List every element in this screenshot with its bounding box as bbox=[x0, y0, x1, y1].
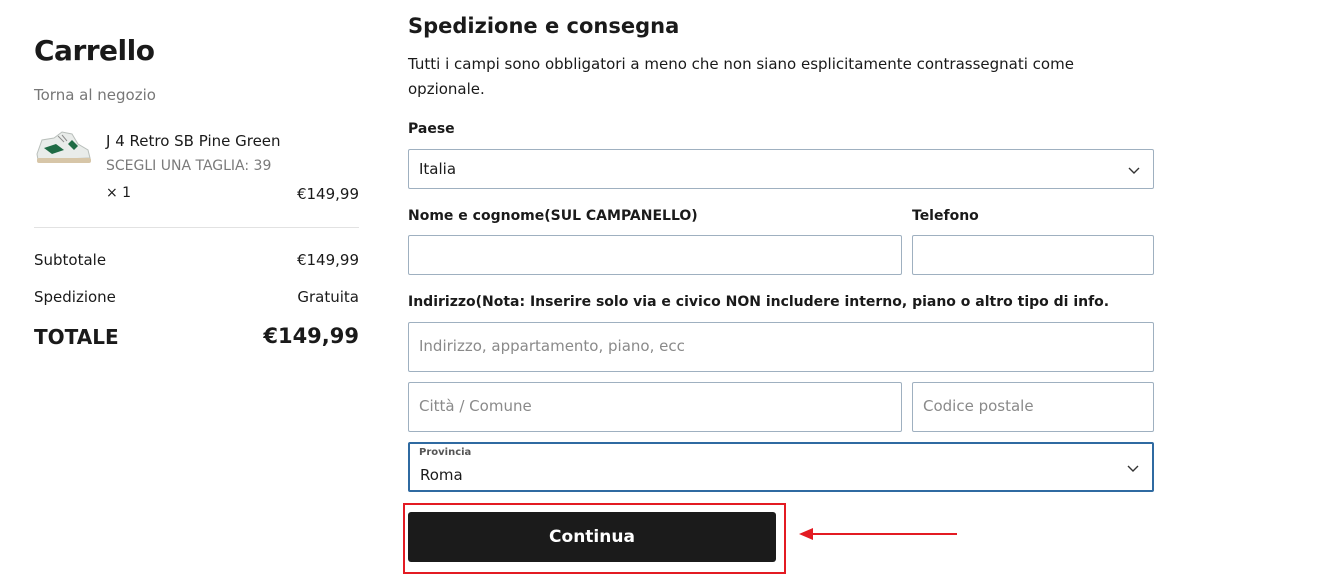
continue-button[interactable]: Continua bbox=[408, 512, 776, 562]
chevron-down-icon bbox=[1127, 465, 1139, 472]
shipping-value: Gratuita bbox=[297, 288, 359, 306]
arrow-left-icon bbox=[799, 528, 957, 540]
city-input[interactable]: Città / Comune bbox=[408, 382, 902, 432]
cart-divider bbox=[34, 227, 359, 228]
total-value: €149,99 bbox=[263, 324, 359, 348]
country-value: Italia bbox=[419, 160, 457, 178]
product-price: €149,99 bbox=[296, 185, 359, 203]
product-name: J 4 Retro SB Pine Green bbox=[106, 132, 281, 150]
cart-title: Carrello bbox=[34, 34, 155, 67]
province-label: Provincia bbox=[419, 447, 472, 458]
chevron-down-icon bbox=[1128, 167, 1140, 174]
address-placeholder: Indirizzo, appartamento, piano, ecc bbox=[419, 337, 685, 355]
address-label: Indirizzo(Nota: Inserire solo via e civi… bbox=[408, 294, 1110, 310]
subtotal-label: Subtotale bbox=[34, 251, 107, 269]
country-select[interactable]: Italia bbox=[408, 149, 1154, 189]
province-value: Roma bbox=[420, 466, 463, 484]
phone-label: Telefono bbox=[912, 208, 979, 224]
total-label: TOTALE bbox=[34, 325, 119, 349]
subtotal-value: €149,99 bbox=[296, 251, 359, 269]
city-placeholder: Città / Comune bbox=[419, 397, 532, 415]
shipping-label: Spedizione bbox=[34, 288, 116, 306]
postal-code-placeholder: Codice postale bbox=[923, 397, 1034, 415]
phone-input[interactable] bbox=[912, 235, 1154, 275]
shipping-section-title: Spedizione e consegna bbox=[408, 14, 680, 38]
postal-code-input[interactable]: Codice postale bbox=[912, 382, 1154, 432]
full-name-input[interactable] bbox=[408, 235, 902, 275]
province-select[interactable]: Provincia Roma bbox=[408, 442, 1154, 492]
required-fields-note: Tutti i campi sono obbligatori a meno ch… bbox=[408, 55, 1074, 98]
address-input[interactable]: Indirizzo, appartamento, piano, ecc bbox=[408, 322, 1154, 372]
full-name-label: Nome e cognome(SUL CAMPANELLO) bbox=[408, 208, 698, 224]
back-to-shop-link[interactable]: Torna al negozio bbox=[34, 86, 156, 104]
country-label: Paese bbox=[408, 121, 455, 137]
product-variant: SCEGLI UNA TAGLIA: 39 bbox=[106, 158, 272, 174]
product-thumbnail bbox=[36, 131, 91, 163]
product-quantity: × 1 bbox=[106, 185, 132, 201]
